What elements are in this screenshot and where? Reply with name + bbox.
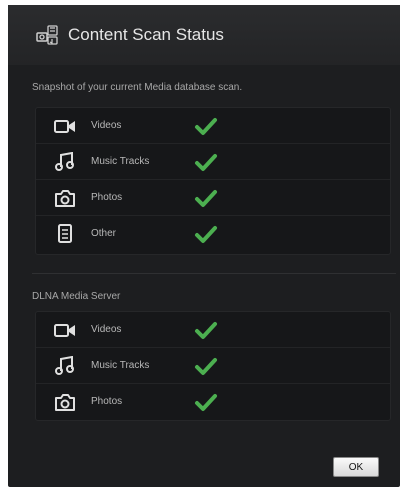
scan-description: Snapshot of your current Media database …	[32, 82, 243, 93]
list-item-label: Music Tracks	[91, 156, 150, 167]
check-icon	[195, 358, 217, 375]
check-icon	[195, 322, 217, 339]
check-icon	[195, 190, 217, 207]
list-item-label: Photos	[91, 192, 123, 203]
music-note-icon	[55, 152, 74, 171]
list-item: Other	[36, 216, 390, 252]
list-item: Music Tracks	[36, 348, 390, 384]
list-item-label: Photos	[91, 396, 123, 407]
list-item: Videos	[36, 312, 390, 348]
video-camera-icon	[54, 120, 75, 133]
list-item: Photos	[36, 384, 390, 420]
list-item-label: Videos	[91, 120, 122, 131]
list-item: Photos	[36, 180, 390, 216]
video-camera-icon	[54, 324, 75, 337]
dlna-section-title: DLNA Media Server	[32, 291, 121, 302]
dlna-panel: Videos Music Tracks Photos	[35, 311, 391, 421]
dialog-header: Content Scan Status	[8, 5, 400, 65]
media-scan-icon	[36, 25, 58, 45]
list-item-label: Music Tracks	[91, 360, 150, 371]
dialog-title: Content Scan Status	[68, 25, 224, 44]
section-divider	[32, 273, 396, 274]
check-icon	[195, 394, 217, 411]
camera-icon	[55, 190, 75, 207]
music-note-icon	[55, 356, 74, 375]
check-icon	[195, 118, 217, 135]
list-item-label: Videos	[91, 324, 122, 335]
list-item-label: Other	[91, 228, 117, 239]
ok-button[interactable]: OK	[333, 457, 379, 477]
check-icon	[195, 154, 217, 171]
document-icon	[58, 224, 72, 243]
content-scan-status-dialog: Content Scan Status Snapshot of your cur…	[8, 5, 400, 487]
media-scan-panel: Videos Music Tracks Photos Other	[35, 107, 391, 255]
list-item: Music Tracks	[36, 144, 390, 180]
check-icon	[195, 226, 217, 243]
camera-icon	[55, 394, 75, 411]
list-item: Videos	[36, 108, 390, 144]
